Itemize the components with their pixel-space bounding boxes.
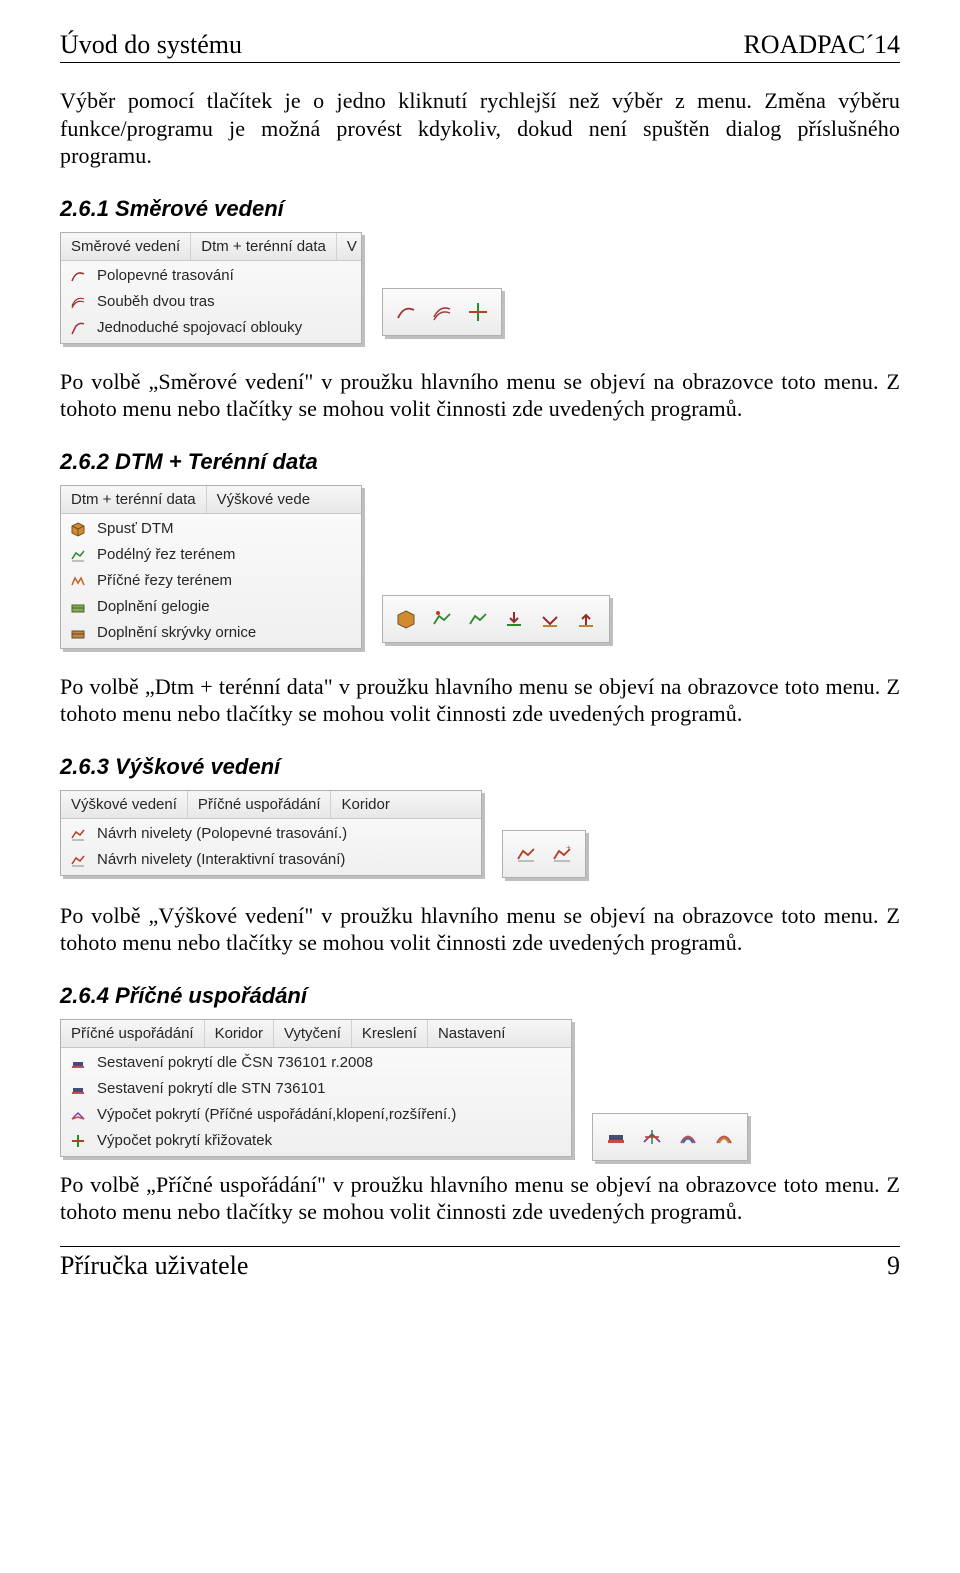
road-section-icon	[69, 1054, 87, 1072]
profile-chart-icon	[69, 851, 87, 869]
menu-item-label: Sestavení pokrytí dle STN 736101	[97, 1080, 325, 1097]
intro-paragraph: Výběr pomocí tlačítek je o jedno kliknut…	[60, 87, 900, 170]
menu-item-polopevne-trasovani[interactable]: Polopevné trasování	[61, 263, 361, 289]
profile-chart-icon	[69, 825, 87, 843]
toolbar-niveleta-polopevne-button[interactable]	[513, 841, 539, 867]
menu-smerove-vedeni: Směrové vedení Dtm + terénní data V Polo…	[60, 232, 362, 344]
paragraph-262: Po volbě „Dtm + terénní data" v proužku …	[60, 673, 900, 728]
menu-item-pricne-rezy[interactable]: Příčné řezy terénem	[61, 568, 361, 594]
toolbar-pokryti-csn-button[interactable]	[603, 1124, 629, 1150]
svg-text:+: +	[566, 844, 571, 853]
heading-263: 2.6.3 Výškové vedení	[60, 754, 900, 780]
toolbar-superelevation-button[interactable]	[639, 1124, 665, 1150]
tab-vyskove-vedeni[interactable]: Výškové vedení	[61, 791, 188, 818]
menu-item-label: Výpočet pokrytí (Příčné uspořádání,klope…	[97, 1106, 456, 1123]
paragraph-261: Po volbě „Směrové vedení" v proužku hlav…	[60, 368, 900, 423]
toolbar-pricne-usporadani	[592, 1113, 748, 1161]
tab-koridor[interactable]: Koridor	[205, 1020, 274, 1047]
tab-dtm-terenni-data[interactable]: Dtm + terénní data	[191, 233, 337, 260]
heading-264: 2.6.4 Příčné uspořádání	[60, 983, 900, 1009]
curve-icon	[69, 267, 87, 285]
menu-item-label: Sestavení pokrytí dle ČSN 736101 r.2008	[97, 1054, 373, 1071]
tab-pricne-usporadani[interactable]: Příčné uspořádání	[61, 1020, 205, 1047]
menu-item-spust-dtm[interactable]: Spusť DTM	[61, 516, 361, 542]
toolbar-spojovaci-oblouky-button[interactable]	[465, 299, 491, 325]
toolbar-soubeh-tras-button[interactable]	[429, 299, 455, 325]
paragraph-263: Po volbě „Výškové vedení" v proužku hlav…	[60, 902, 900, 957]
heading-261: 2.6.1 Směrové vedení	[60, 196, 900, 222]
toolbar-pricne-rezy-button[interactable]	[465, 606, 491, 632]
toolbar-topsoil-up-button[interactable]	[573, 606, 599, 632]
footer-left: Příručka uživatele	[60, 1251, 248, 1281]
menu-item-label: Příčné řezy terénem	[97, 572, 232, 589]
cube-icon	[69, 520, 87, 538]
superelevation-icon	[69, 1106, 87, 1124]
tab-koridor[interactable]: Koridor	[331, 791, 399, 818]
heading-262: 2.6.2 DTM + Terénní data	[60, 449, 900, 475]
menu-item-pokryti-csn-2008[interactable]: Sestavení pokrytí dle ČSN 736101 r.2008	[61, 1050, 571, 1076]
profile-chart-icon	[69, 546, 87, 564]
toolbar-spust-dtm-button[interactable]	[393, 606, 419, 632]
menu-item-label: Polopevné trasování	[97, 267, 234, 284]
menu-pricne-usporadani: Příčné uspořádání Koridor Vytyčení Kresl…	[60, 1019, 572, 1157]
road-section-icon	[69, 1080, 87, 1098]
tab-nastaveni[interactable]: Nastavení	[428, 1020, 516, 1047]
tab-truncated[interactable]: V	[337, 233, 367, 260]
toolbar-topsoil-arrow-button[interactable]	[537, 606, 563, 632]
menu-item-label: Jednoduché spojovací oblouky	[97, 319, 302, 336]
tab-vytyceni[interactable]: Vytyčení	[274, 1020, 352, 1047]
menu-item-spojovaci-oblouky[interactable]: Jednoduché spojovací oblouky	[61, 315, 361, 341]
toolbar-rainbow-left-button[interactable]	[675, 1124, 701, 1150]
menu-item-soubeh-dvou-tras[interactable]: Souběh dvou tras	[61, 289, 361, 315]
arc-line-icon	[69, 319, 87, 337]
toolbar-niveleta-interaktivni-button[interactable]: +	[549, 841, 575, 867]
footer-right: 9	[887, 1251, 900, 1281]
page-header: Úvod do systému ROADPAC´14	[60, 30, 900, 63]
menu-item-vypocet-pokryti-krizovatek[interactable]: Výpočet pokrytí křižovatek	[61, 1128, 571, 1154]
tab-pricne-usporadani[interactable]: Příčné uspořádání	[188, 791, 332, 818]
menu-item-label: Výpočet pokrytí křižovatek	[97, 1132, 272, 1149]
toolbar-polopevne-trasovani-button[interactable]	[393, 299, 419, 325]
menu-item-label: Doplnění gelogie	[97, 598, 210, 615]
header-left: Úvod do systému	[60, 30, 242, 60]
tab-kresleni[interactable]: Kreslení	[352, 1020, 428, 1047]
menu-vyskove-vedeni: Výškové vedení Příčné uspořádání Koridor…	[60, 790, 482, 876]
double-curve-icon	[69, 293, 87, 311]
menu-item-doplneni-geologie[interactable]: Doplnění gelogie	[61, 594, 361, 620]
cross-section-icon	[69, 572, 87, 590]
menu-item-label: Podélný řez terénem	[97, 546, 235, 563]
menu-item-vypocet-pokryti[interactable]: Výpočet pokrytí (Příčné uspořádání,klope…	[61, 1102, 571, 1128]
menu-item-label: Spusť DTM	[97, 520, 173, 537]
menu-item-label: Návrh nivelety (Interaktivní trasování)	[97, 851, 345, 868]
menu-item-navrh-nivelety-interaktivni[interactable]: Návrh nivelety (Interaktivní trasování)	[61, 847, 481, 873]
menu-item-podelny-rez[interactable]: Podélný řez terénem	[61, 542, 361, 568]
tab-vyskove-vedeni[interactable]: Výškové vede	[207, 486, 320, 513]
toolbar-vyskove-vedeni: +	[502, 830, 586, 878]
page-footer: Příručka uživatele 9	[60, 1246, 900, 1281]
menu-dtm-terenni: Dtm + terénní data Výškové vede Spusť DT…	[60, 485, 362, 649]
toolbar-geology-button[interactable]	[501, 606, 527, 632]
menu-item-label: Souběh dvou tras	[97, 293, 215, 310]
paragraph-264: Po volbě „Příčné uspořádání" v proužku h…	[60, 1171, 900, 1226]
toolbar-podelny-rez-button[interactable]	[429, 606, 455, 632]
toolbar-rainbow-right-button[interactable]	[711, 1124, 737, 1150]
menu-item-label: Doplnění skrývky ornice	[97, 624, 256, 641]
geology-icon	[69, 598, 87, 616]
tab-dtm-terenni-data[interactable]: Dtm + terénní data	[61, 486, 207, 513]
menu-item-label: Návrh nivelety (Polopevné trasování.)	[97, 825, 347, 842]
menu-item-navrh-nivelety-polopevne[interactable]: Návrh nivelety (Polopevné trasování.)	[61, 821, 481, 847]
toolbar-smerove-vedeni	[382, 288, 502, 336]
topsoil-icon	[69, 624, 87, 642]
tab-smerove-vedeni[interactable]: Směrové vedení	[61, 233, 191, 260]
toolbar-dtm-terenni	[382, 595, 610, 643]
menu-item-doplneni-skryvky[interactable]: Doplnění skrývky ornice	[61, 620, 361, 646]
header-right: ROADPAC´14	[743, 30, 900, 60]
menu-item-pokryti-stn[interactable]: Sestavení pokrytí dle STN 736101	[61, 1076, 571, 1102]
intersection-icon	[69, 1132, 87, 1150]
